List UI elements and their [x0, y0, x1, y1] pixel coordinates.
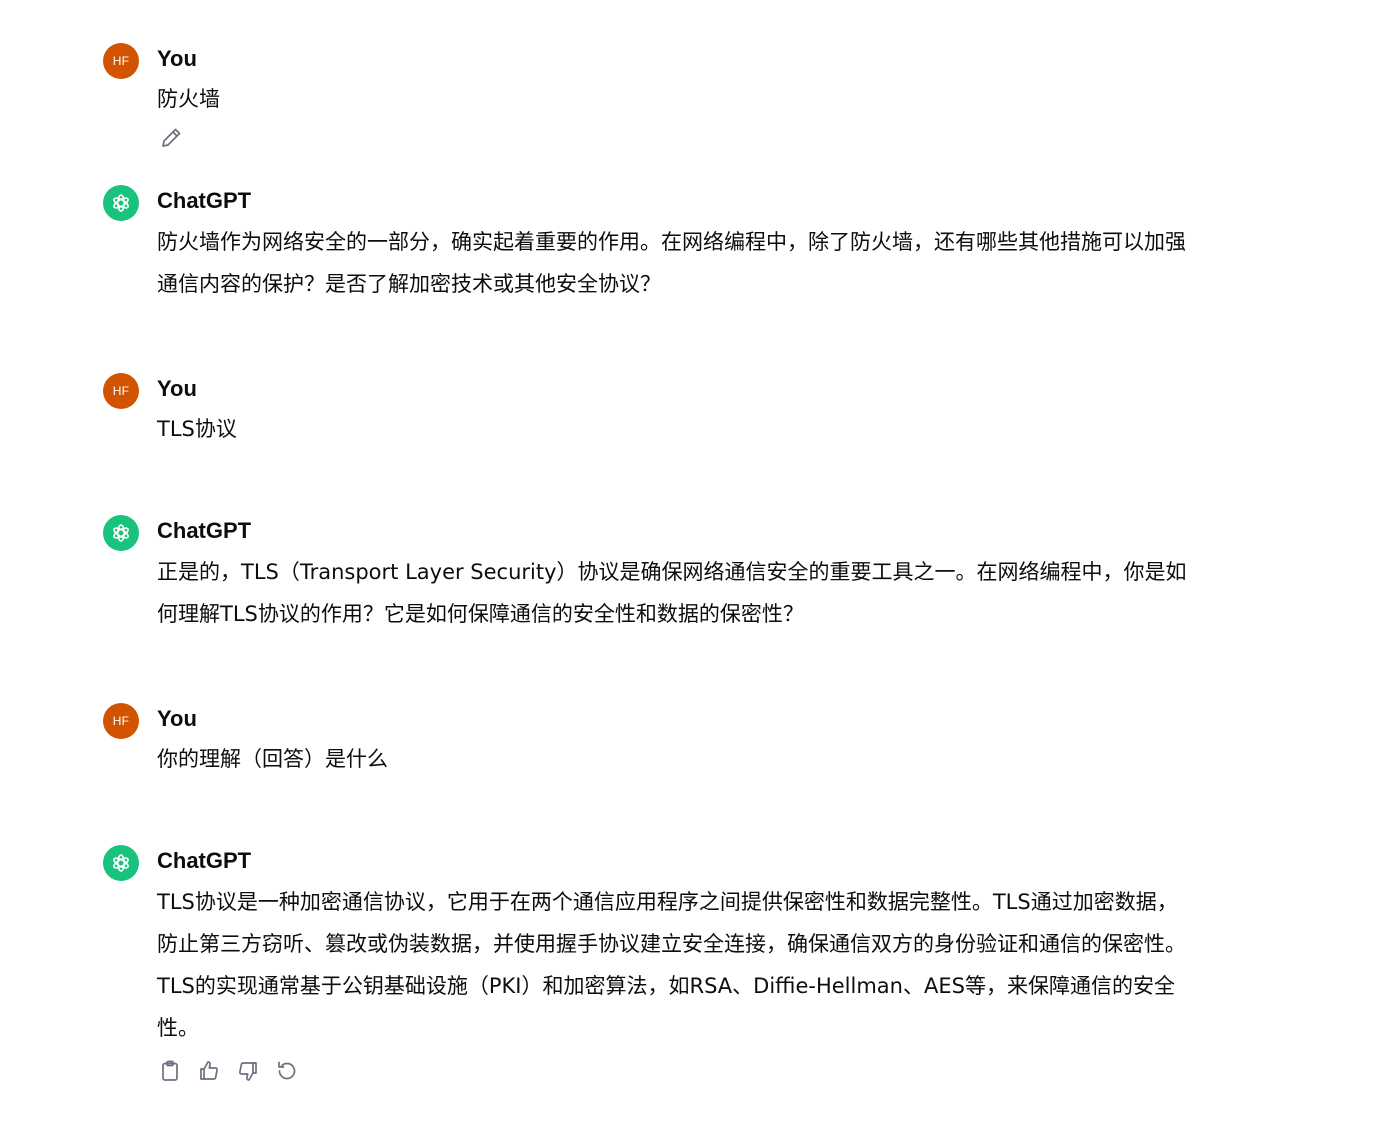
message-text: TLS协议是一种加密通信协议，它用于在两个通信应用程序之间提供保密性和数据完整性…: [157, 890, 1186, 1040]
thumbs-down-button[interactable]: [235, 1058, 261, 1084]
user-avatar: HF: [103, 373, 139, 409]
thumbs-up-button[interactable]: [196, 1058, 222, 1084]
message-author: ChatGPT: [157, 848, 252, 873]
pencil-icon: [162, 128, 181, 147]
message-text: TLS协议: [157, 417, 237, 441]
chatgpt-avatar: [103, 845, 139, 881]
user-avatar: HF: [103, 703, 139, 739]
message-author: You: [157, 46, 197, 71]
regenerate-button[interactable]: [274, 1058, 300, 1084]
user-avatar: HF: [103, 43, 139, 79]
chatgpt-avatar: [103, 185, 139, 221]
edit-button[interactable]: [158, 125, 184, 151]
openai-logo-icon: [113, 194, 129, 212]
message-author: You: [157, 376, 197, 401]
chatgpt-avatar: [103, 515, 139, 551]
thumbs-up-icon: [200, 1061, 219, 1080]
message-text: 正是的，TLS（Transport Layer Security）协议是确保网络…: [157, 560, 1187, 626]
message-author: ChatGPT: [157, 518, 252, 543]
openai-logo-icon: [113, 854, 129, 872]
regenerate-icon: [278, 1061, 296, 1080]
thumbs-down-icon: [238, 1062, 257, 1081]
message-text: 防火墙: [157, 87, 220, 111]
copy-button[interactable]: [157, 1058, 183, 1084]
clipboard-icon: [162, 1060, 178, 1081]
openai-logo-icon: [113, 524, 129, 542]
message-author: You: [157, 706, 197, 731]
message-text: 你的理解（回答）是什么: [157, 747, 388, 771]
message-author: ChatGPT: [157, 188, 252, 213]
message-text: 防火墙作为网络安全的一部分，确实起着重要的作用。在网络编程中，除了防火墙，还有哪…: [157, 230, 1186, 296]
